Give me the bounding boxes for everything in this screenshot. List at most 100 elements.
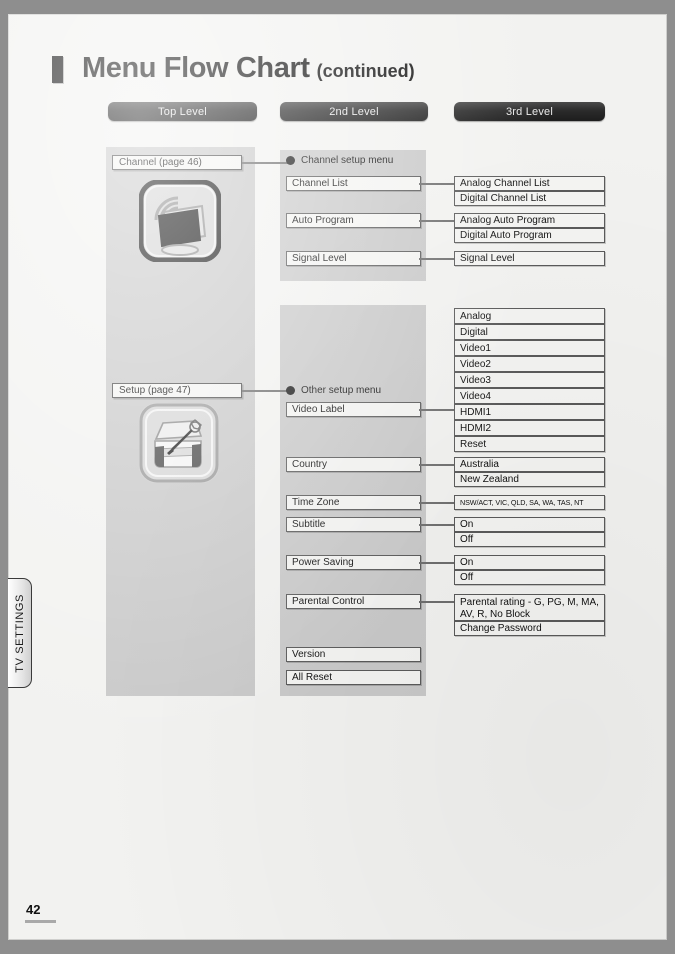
menu-item-label: Video Label <box>292 404 345 415</box>
menu-item-label: Reset <box>460 438 487 450</box>
menu-item-label: Off <box>460 572 474 583</box>
menu-item-label: Video4 <box>460 390 491 402</box>
menu-item-digital[interactable]: Digital <box>454 324 605 340</box>
menu-item-subtitle[interactable]: Subtitle <box>286 517 421 532</box>
menu-item-hdmi1[interactable]: HDMI1 <box>454 404 605 420</box>
column-header-3rd-level: 3rd Level <box>454 102 605 121</box>
connector-power-saving <box>419 562 455 564</box>
menu-item-country[interactable]: Country <box>286 457 421 472</box>
top-level-channel-label: Channel (page 46) <box>119 157 202 168</box>
menu-item-video4[interactable]: Video4 <box>454 388 605 404</box>
menu-item-power-saving-on[interactable]: On <box>454 555 605 570</box>
menu-item-label: Digital <box>460 326 488 338</box>
column-header-top-level: Top Level <box>108 102 257 121</box>
column-header-label: 3rd Level <box>505 105 554 118</box>
menu-item-label: Analog Auto Program <box>460 215 556 226</box>
menu-item-auto-program[interactable]: Auto Program <box>286 213 421 228</box>
menu-item-digital-auto-program[interactable]: Digital Auto Program <box>454 228 605 243</box>
menu-item-label: Signal Level <box>460 253 515 264</box>
side-tab-label: TV SETTINGS <box>13 593 26 673</box>
menu-item-signal-level[interactable]: Signal Level <box>286 251 421 266</box>
menu-item-label: Australia <box>460 459 499 470</box>
menu-item-label: Video2 <box>460 358 491 370</box>
menu-item-video-label[interactable]: Video Label <box>286 402 421 417</box>
side-tab-tv-settings: TV SETTINGS <box>8 578 32 688</box>
menu-item-subtitle-off[interactable]: Off <box>454 532 605 547</box>
channel-setup-menu-label: Channel setup menu <box>301 155 394 166</box>
menu-item-australia[interactable]: Australia <box>454 457 605 472</box>
connector-auto-program <box>419 220 455 222</box>
menu-item-signal-level-3rd[interactable]: Signal Level <box>454 251 605 266</box>
connector-parental-control <box>419 601 455 603</box>
column-header-label: 2nd Level <box>329 105 379 118</box>
menu-item-label: Time Zone <box>292 497 340 508</box>
menu-item-video3[interactable]: Video3 <box>454 372 605 388</box>
menu-item-video1[interactable]: Video1 <box>454 340 605 356</box>
menu-item-analog[interactable]: Analog <box>454 308 605 324</box>
other-setup-menu-label: Other setup menu <box>301 385 382 396</box>
top-level-setup-box[interactable]: Setup (page 47) <box>112 383 242 398</box>
tv-antenna-icon <box>138 179 222 263</box>
menu-item-label: Version <box>292 649 326 660</box>
menu-item-time-zone[interactable]: Time Zone <box>286 495 421 510</box>
page-number: 42 <box>26 902 41 917</box>
connector-subtitle <box>419 524 455 526</box>
menu-item-label: HDMI1 <box>460 406 492 418</box>
connector-video-label <box>419 409 455 411</box>
menu-item-label: Channel List <box>292 178 348 189</box>
menu-item-label: Country <box>292 459 328 470</box>
menu-item-power-saving[interactable]: Power Saving <box>286 555 421 570</box>
menu-item-label: Auto Program <box>292 215 354 226</box>
other-setup-menu-heading: Other setup menu <box>286 385 381 396</box>
menu-item-label: All Reset <box>292 672 333 683</box>
menu-item-parental-rating[interactable]: Parental rating - G, PG, M, MA, AV, R, N… <box>454 594 605 621</box>
menu-item-label: Change Password <box>460 623 542 634</box>
bullet-dot-icon <box>286 386 295 395</box>
column-header-label: Top Level <box>158 105 207 118</box>
page-number-rule <box>25 920 56 923</box>
menu-item-label: On <box>460 519 474 530</box>
title-bullet-icon <box>52 55 63 83</box>
connector-channel-list <box>419 183 455 185</box>
menu-item-change-password[interactable]: Change Password <box>454 621 605 636</box>
page-title-continued: (continued) <box>316 61 415 81</box>
menu-item-label: Parental rating - G, PG, M, MA, AV, R, N… <box>460 597 599 620</box>
manual-page: Menu Flow Chart (continued) Top Level 2n… <box>8 14 667 940</box>
toolbox-wrench-icon <box>139 403 219 483</box>
menu-item-analog-auto-program[interactable]: Analog Auto Program <box>454 213 605 228</box>
top-level-channel-box[interactable]: Channel (page 46) <box>112 155 242 170</box>
menu-item-subtitle-on[interactable]: On <box>454 517 605 532</box>
menu-item-label: Video1 <box>460 342 491 354</box>
menu-item-label: Digital Auto Program <box>460 230 552 241</box>
menu-item-parental-control[interactable]: Parental Control <box>286 594 421 609</box>
menu-item-label: Digital Channel List <box>460 193 547 204</box>
connector-setup-to-menu <box>242 390 290 392</box>
menu-item-channel-list[interactable]: Channel List <box>286 176 421 191</box>
connector-country <box>419 464 455 466</box>
menu-item-digital-channel-list[interactable]: Digital Channel List <box>454 191 605 206</box>
connector-time-zone <box>419 502 455 504</box>
menu-item-label: New Zealand <box>460 474 519 485</box>
menu-item-reset[interactable]: Reset <box>454 436 605 452</box>
bullet-dot-icon <box>286 156 295 165</box>
menu-item-label: NSW/ACT, VIC, QLD, SA, WA, TAS, NT <box>460 498 584 507</box>
page-title-text: Menu Flow Chart <box>82 52 310 84</box>
menu-item-label: Analog <box>460 310 492 322</box>
connector-channel-to-menu <box>242 162 290 164</box>
menu-item-version[interactable]: Version <box>286 647 421 662</box>
menu-item-new-zealand[interactable]: New Zealand <box>454 472 605 487</box>
menu-item-hdmi2[interactable]: HDMI2 <box>454 420 605 436</box>
menu-item-label: Power Saving <box>292 557 354 568</box>
channel-setup-menu-heading: Channel setup menu <box>286 155 393 166</box>
menu-item-label: Signal Level <box>292 253 347 264</box>
menu-item-label: Parental Control <box>292 596 365 607</box>
menu-item-analog-channel-list[interactable]: Analog Channel List <box>454 176 605 191</box>
menu-item-time-zone-values[interactable]: NSW/ACT, VIC, QLD, SA, WA, TAS, NT <box>454 495 605 510</box>
menu-item-label: On <box>460 557 474 568</box>
page-title: Menu Flow Chart (continued) <box>52 52 415 86</box>
menu-item-all-reset[interactable]: All Reset <box>286 670 421 685</box>
menu-item-label: Video3 <box>460 374 491 386</box>
menu-item-label: Off <box>460 534 474 545</box>
menu-item-video2[interactable]: Video2 <box>454 356 605 372</box>
menu-item-power-saving-off[interactable]: Off <box>454 570 605 585</box>
